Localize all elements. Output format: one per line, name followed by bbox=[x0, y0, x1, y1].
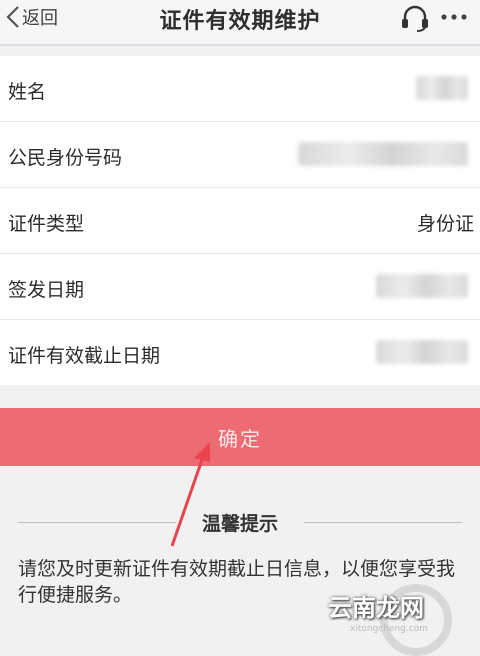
expiry-date-value-blurred bbox=[376, 340, 468, 364]
confirm-button[interactable]: 确定 bbox=[0, 408, 480, 466]
more-dots-icon bbox=[441, 14, 467, 20]
nav-bar: 返回 证件有效期维护 bbox=[0, 0, 480, 46]
row-name: 姓名 bbox=[0, 56, 480, 122]
more-button[interactable] bbox=[440, 5, 468, 33]
watermark-text: 云南龙网 bbox=[328, 594, 424, 622]
row-id-type: 证件类型 身份证 bbox=[0, 188, 480, 254]
row-issue-date[interactable]: 签发日期 bbox=[0, 254, 480, 320]
expiry-date-label: 证件有效截止日期 bbox=[8, 345, 161, 367]
issue-date-label: 签发日期 bbox=[8, 279, 85, 301]
id-info-form: 姓名 公民身份号码 证件类型 身份证 签发日期 证件有效截止日期 bbox=[0, 56, 480, 385]
row-expiry-date[interactable]: 证件有效截止日期 bbox=[0, 320, 480, 385]
id-type-value: 身份证 bbox=[416, 213, 474, 235]
tip-header: 温馨提示 bbox=[18, 506, 462, 538]
name-label: 姓名 bbox=[8, 81, 47, 103]
id-number-value-blurred bbox=[298, 142, 468, 166]
watermark-url: xitongcheng.com bbox=[350, 624, 428, 634]
row-id-number: 公民身份号码 bbox=[0, 122, 480, 188]
id-number-label: 公民身份号码 bbox=[8, 147, 123, 169]
tip-title: 温馨提示 bbox=[201, 513, 278, 535]
watermark: 云南龙网 xitongcheng.com bbox=[328, 566, 480, 656]
customer-service-button[interactable] bbox=[400, 4, 430, 36]
id-type-label: 证件类型 bbox=[8, 213, 85, 235]
headset-icon bbox=[402, 5, 428, 32]
issue-date-value-blurred bbox=[376, 274, 468, 298]
name-value-blurred bbox=[416, 76, 468, 100]
